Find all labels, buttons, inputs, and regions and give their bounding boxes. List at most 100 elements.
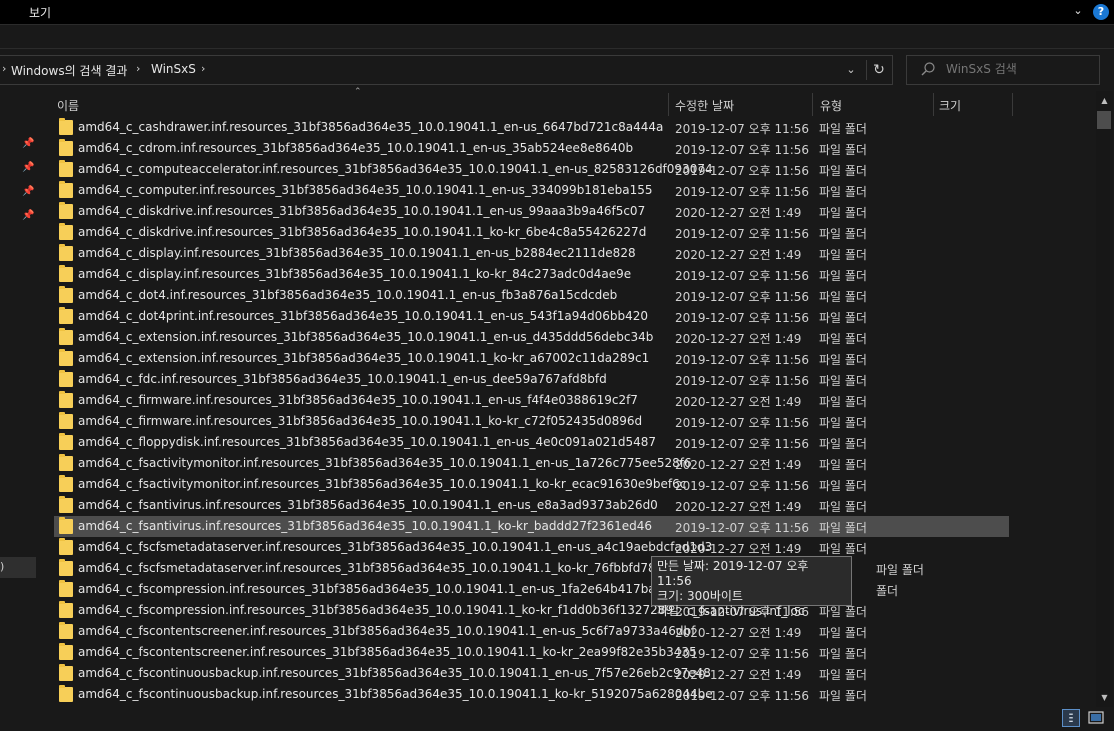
file-row[interactable]: amd64_c_fsactivitymonitor.inf.resources_… — [54, 474, 1009, 495]
file-row[interactable]: amd64_c_fsactivitymonitor.inf.resources_… — [54, 453, 1009, 474]
address-history-dropdown-icon[interactable]: ⌄ — [840, 56, 862, 84]
file-row[interactable]: amd64_c_fscontinuousbackup.inf.resources… — [54, 684, 1009, 705]
file-date: 2019-12-07 오후 11:56 — [675, 122, 810, 136]
folder-icon — [59, 538, 73, 555]
file-type: 파일 폴더 — [819, 269, 867, 283]
scroll-up-icon[interactable]: ▲ — [1096, 94, 1113, 108]
file-row[interactable]: amd64_c_floppydisk.inf.resources_31bf385… — [54, 432, 1009, 453]
column-header-size[interactable]: 크기 — [939, 97, 961, 114]
details-view-icon[interactable] — [1062, 709, 1080, 727]
file-row[interactable]: amd64_c_firmware.inf.resources_31bf3856a… — [54, 411, 1009, 432]
column-header-bar — [40, 91, 1096, 117]
file-date: 2020-12-27 오전 1:49 — [675, 500, 802, 514]
file-row[interactable]: amd64_c_fscontentscreener.inf.resources_… — [54, 621, 1009, 642]
file-date: 2020-12-27 오전 1:49 — [675, 395, 802, 409]
file-row[interactable]: amd64_c_fscfsmetadataserver.inf.resource… — [54, 558, 1009, 579]
file-type: 파일 폴더 — [819, 521, 867, 535]
file-row[interactable]: amd64_c_cashdrawer.inf.resources_31bf385… — [54, 117, 1009, 138]
file-date: 2020-12-27 오전 1:49 — [675, 206, 802, 220]
file-row[interactable]: amd64_c_fscompression.inf.resources_31bf… — [54, 579, 1009, 600]
file-date: 2020-12-27 오전 1:49 — [675, 248, 802, 262]
file-date: 2019-12-07 오후 11:56 — [675, 647, 810, 661]
help-button[interactable]: ? — [1093, 4, 1109, 20]
large-icons-view-icon[interactable] — [1087, 709, 1105, 727]
breadcrumb-search-results[interactable]: Windows의 검색 결과 — [11, 62, 127, 79]
file-date: 2019-12-07 오후 11:56 — [675, 479, 810, 493]
folder-icon — [59, 454, 73, 471]
sort-ascending-icon: ⌃ — [354, 87, 362, 97]
column-header-date[interactable]: 수정한 날짜 — [675, 97, 734, 114]
vertical-scrollbar[interactable] — [1096, 91, 1113, 707]
breadcrumb-chevron-icon[interactable]: › — [201, 62, 205, 75]
file-row[interactable]: amd64_c_computer.inf.resources_31bf3856a… — [54, 180, 1009, 201]
file-name: amd64_c_diskdrive.inf.resources_31bf3856… — [78, 204, 646, 218]
file-row[interactable]: amd64_c_extension.inf.resources_31bf3856… — [54, 348, 1009, 369]
file-row[interactable]: amd64_c_diskdrive.inf.resources_31bf3856… — [54, 222, 1009, 243]
file-row[interactable]: amd64_c_display.inf.resources_31bf3856ad… — [54, 243, 1009, 264]
scroll-down-icon[interactable]: ▼ — [1096, 691, 1113, 705]
address-bar[interactable] — [0, 55, 893, 85]
file-row[interactable]: amd64_c_fscontinuousbackup.inf.resources… — [54, 663, 1009, 684]
scrollbar-thumb[interactable] — [1097, 111, 1111, 129]
file-row[interactable]: amd64_c_computeaccelerator.inf.resources… — [54, 159, 1009, 180]
column-divider[interactable] — [1012, 93, 1013, 116]
file-name: amd64_c_fdc.inf.resources_31bf3856ad364e… — [78, 372, 607, 386]
file-date: 2020-12-27 오전 1:49 — [675, 668, 802, 682]
file-row[interactable]: amd64_c_fsantivirus.inf.resources_31bf38… — [54, 516, 1009, 537]
file-name: amd64_c_cashdrawer.inf.resources_31bf385… — [78, 120, 664, 134]
file-row[interactable]: amd64_c_fscontentscreener.inf.resources_… — [54, 642, 1009, 663]
file-row[interactable]: amd64_c_fsantivirus.inf.resources_31bf38… — [54, 495, 1009, 516]
search-input[interactable] — [946, 62, 1096, 76]
folder-icon — [59, 391, 73, 408]
refresh-icon[interactable]: ↻ — [867, 56, 891, 84]
file-type: 파일 폴더 — [819, 311, 867, 325]
column-divider[interactable] — [812, 93, 813, 116]
file-name: amd64_c_fscontinuousbackup.inf.resources… — [78, 666, 711, 680]
ribbon-bar — [0, 0, 1114, 24]
folder-icon — [59, 160, 73, 177]
file-type: 파일 폴더 — [819, 248, 867, 262]
folder-icon — [59, 517, 73, 534]
file-date: 2019-12-07 오후 11:56 — [675, 269, 810, 283]
folder-icon — [59, 580, 73, 597]
file-date: 2019-12-07 오후 11:56 — [675, 689, 810, 703]
file-date: 2019-12-07 오후 11:56 — [675, 164, 810, 178]
file-date: 2019-12-07 오후 11:56 — [675, 227, 810, 241]
file-name: amd64_c_fscontentscreener.inf.resources_… — [78, 645, 697, 659]
file-row[interactable]: amd64_c_cdrom.inf.resources_31bf3856ad36… — [54, 138, 1009, 159]
file-row[interactable]: amd64_c_fscfsmetadataserver.inf.resource… — [54, 537, 1009, 558]
folder-icon — [59, 349, 73, 366]
file-date: 2019-12-07 오후 11:56 — [675, 311, 810, 325]
file-date: 2020-12-27 오전 1:49 — [675, 626, 802, 640]
folder-icon — [59, 265, 73, 282]
ribbon-tab-view[interactable]: 보기 — [29, 4, 51, 21]
file-row[interactable]: amd64_c_firmware.inf.resources_31bf3856a… — [54, 390, 1009, 411]
file-type: 파일 폴더 — [819, 479, 867, 493]
breadcrumb-chevron-icon[interactable]: › — [2, 62, 6, 75]
column-divider[interactable] — [668, 93, 669, 116]
column-header-type[interactable]: 유형 — [820, 97, 842, 114]
file-row[interactable]: amd64_c_diskdrive.inf.resources_31bf3856… — [54, 201, 1009, 222]
breadcrumb-winsxs[interactable]: WinSxS — [151, 62, 196, 76]
file-row[interactable]: amd64_c_fdc.inf.resources_31bf3856ad364e… — [54, 369, 1009, 390]
file-name: amd64_c_display.inf.resources_31bf3856ad… — [78, 246, 636, 260]
file-row[interactable]: amd64_c_fscompression.inf.resources_31bf… — [54, 600, 1009, 621]
file-row[interactable]: amd64_c_dot4print.inf.resources_31bf3856… — [54, 306, 1009, 327]
chevron-down-icon[interactable]: ⌄ — [1070, 3, 1086, 19]
folder-icon — [59, 286, 73, 303]
file-date: 2019-12-07 오후 11:56 — [675, 374, 810, 388]
file-date: 2019-12-07 오후 11:56 — [675, 290, 810, 304]
breadcrumb-chevron-icon[interactable]: › — [136, 62, 140, 75]
column-divider[interactable] — [933, 93, 934, 116]
file-name: amd64_c_fscontinuousbackup.inf.resources… — [78, 687, 713, 701]
folder-icon — [59, 307, 73, 324]
column-header-name[interactable]: 이름 — [57, 97, 79, 114]
folder-icon — [59, 643, 73, 660]
file-row[interactable]: amd64_c_display.inf.resources_31bf3856ad… — [54, 264, 1009, 285]
file-row[interactable]: amd64_c_dot4.inf.resources_31bf3856ad364… — [54, 285, 1009, 306]
file-name: amd64_c_fscompression.inf.resources_31bf… — [78, 582, 678, 596]
file-name: amd64_c_fsantivirus.inf.resources_31bf38… — [78, 498, 658, 512]
file-name: amd64_c_extension.inf.resources_31bf3856… — [78, 351, 650, 365]
file-name: amd64_c_floppydisk.inf.resources_31bf385… — [78, 435, 657, 449]
file-row[interactable]: amd64_c_extension.inf.resources_31bf3856… — [54, 327, 1009, 348]
